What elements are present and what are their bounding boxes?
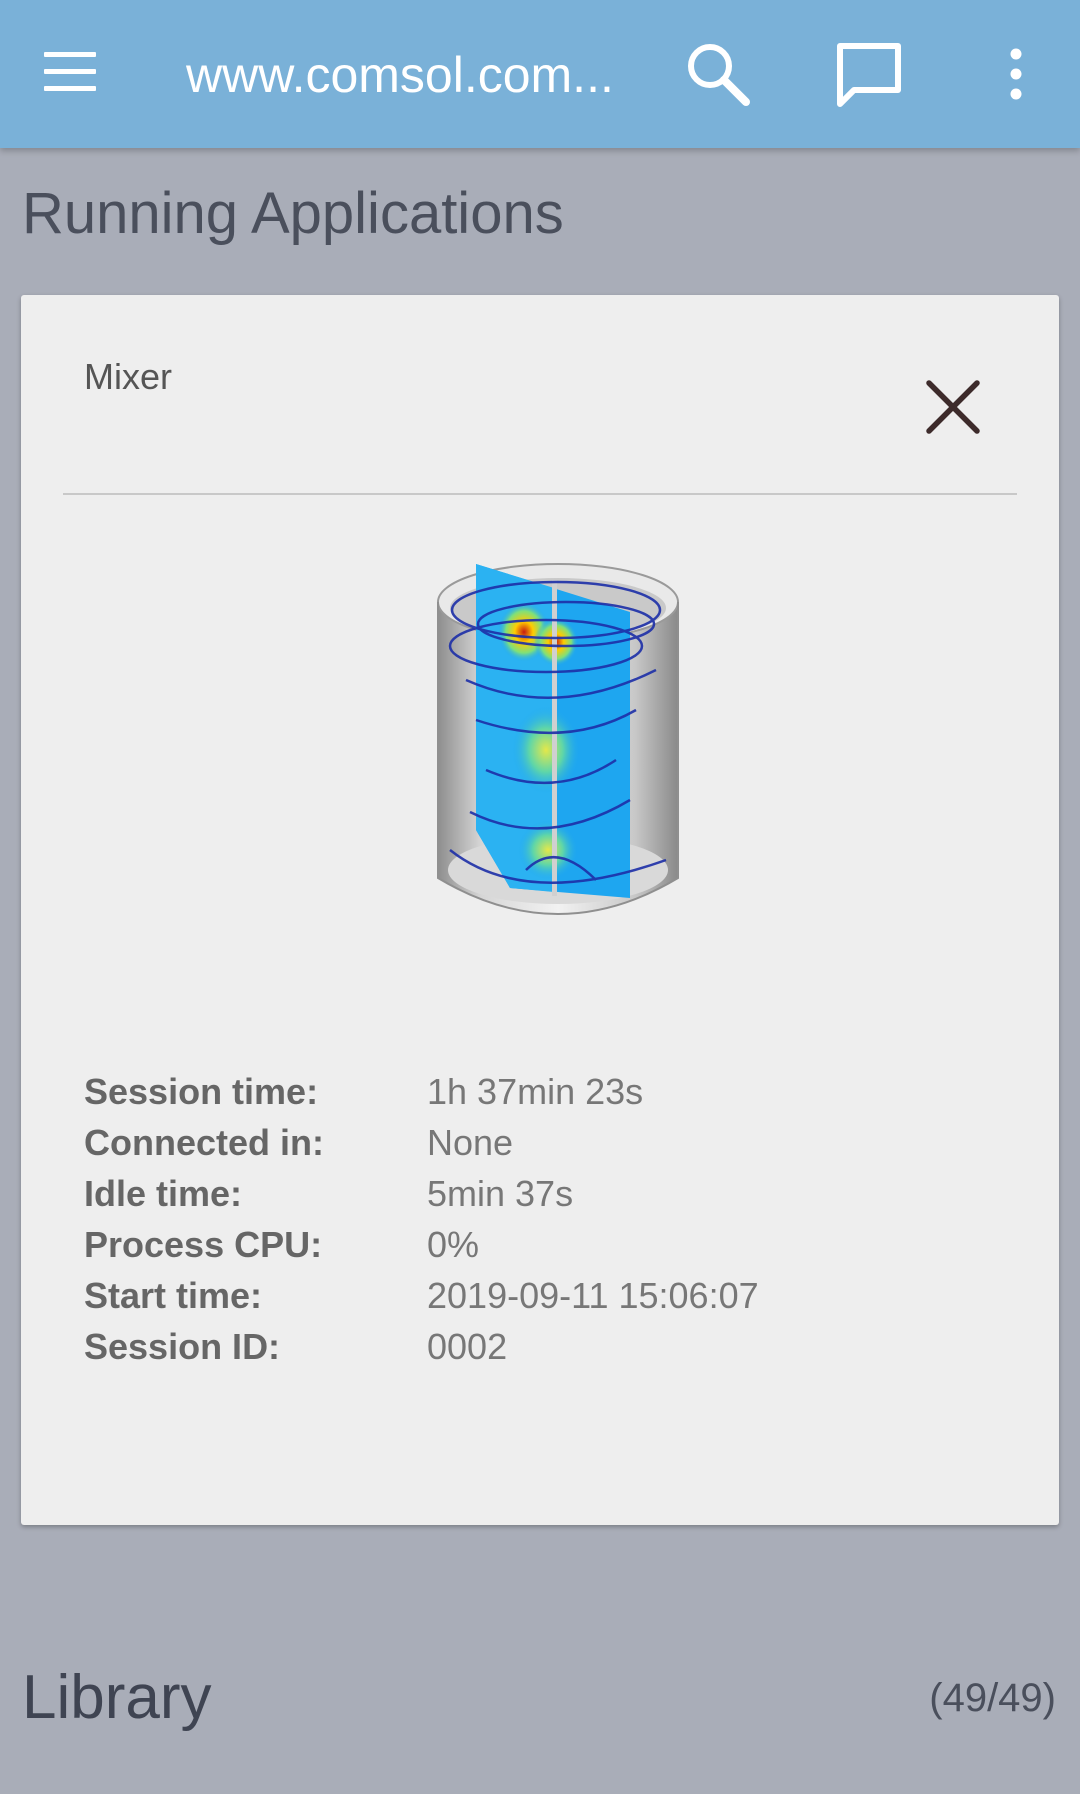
more-vert-icon[interactable]: [996, 46, 1036, 102]
detail-label: Start time:: [84, 1275, 263, 1316]
app-bar: www.comsol.com...: [0, 0, 1080, 148]
running-app-card[interactable]: Mixer Session time: 1h 37min 23s Connect…: [21, 295, 1059, 1525]
app-name: Mixer: [84, 356, 172, 397]
detail-label: Idle time:: [84, 1173, 243, 1214]
detail-value: 0002: [427, 1326, 508, 1367]
card-divider: [63, 493, 1017, 495]
library-heading: Library: [22, 1663, 212, 1732]
detail-value: 0%: [427, 1224, 480, 1265]
library-count: (49/49): [929, 1676, 1056, 1720]
detail-value: 1h 37min 23s: [427, 1071, 644, 1112]
search-icon[interactable]: [684, 40, 752, 108]
close-icon[interactable]: [921, 375, 985, 439]
detail-value: 5min 37s: [427, 1173, 574, 1214]
detail-label: Session ID:: [84, 1326, 281, 1367]
hamburger-menu-icon[interactable]: [44, 50, 100, 94]
mixer-thumbnail[interactable]: [406, 550, 711, 930]
detail-value: 2019-09-11 15:06:07: [427, 1275, 759, 1316]
detail-value: None: [427, 1122, 514, 1163]
detail-label: Session time:: [84, 1071, 319, 1112]
detail-label: Process CPU:: [84, 1224, 323, 1265]
url-title[interactable]: www.comsol.com...: [186, 44, 666, 106]
detail-label: Connected in:: [84, 1122, 324, 1163]
running-applications-heading: Running Applications: [22, 181, 564, 246]
chat-bubble-icon[interactable]: [834, 40, 904, 110]
